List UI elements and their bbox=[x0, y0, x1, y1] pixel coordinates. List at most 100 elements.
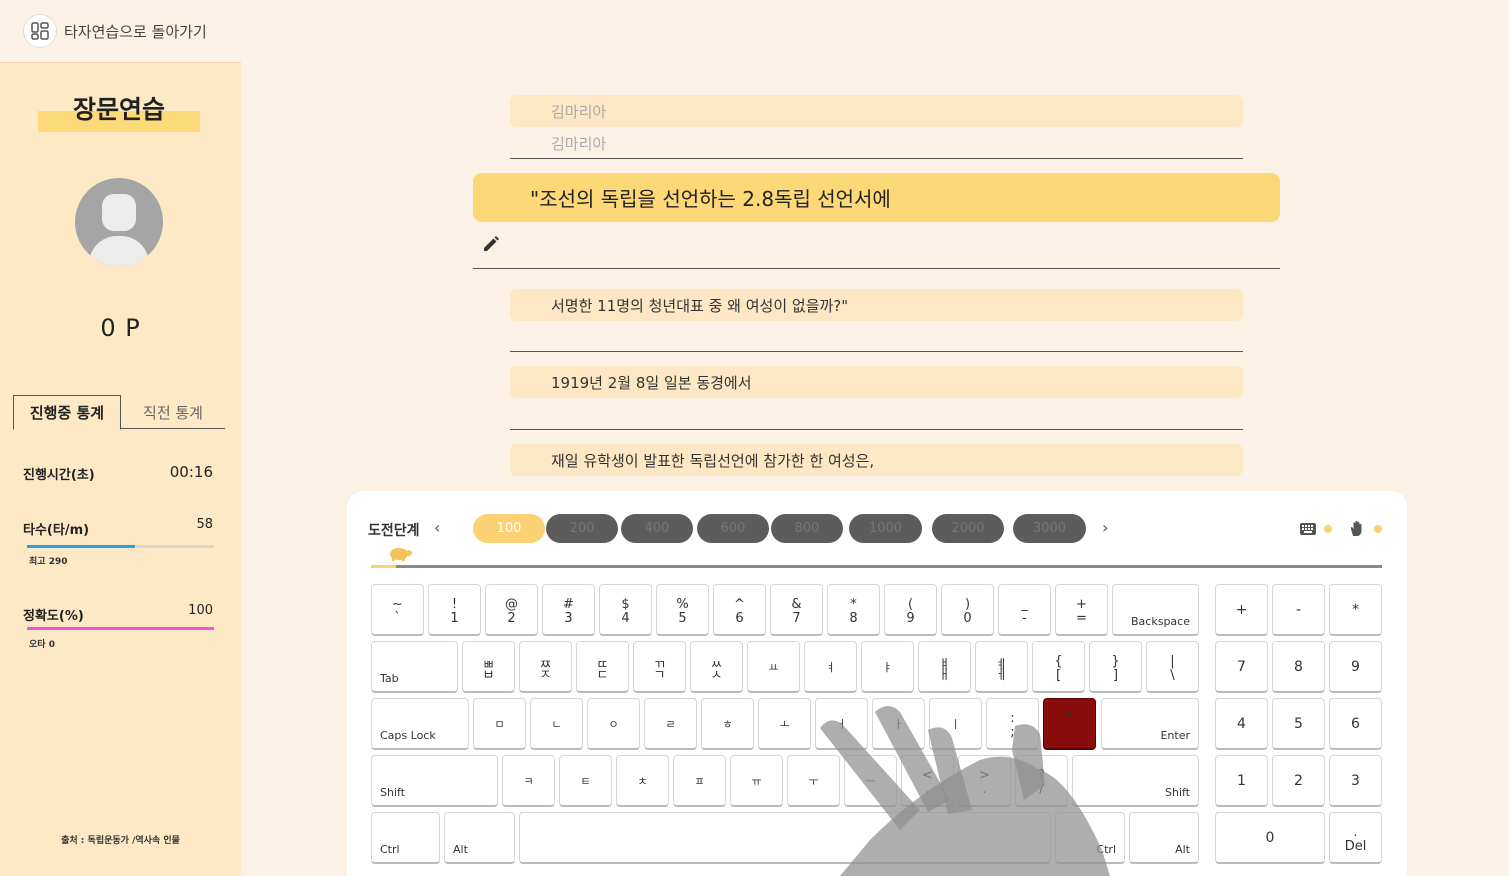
numpad-key[interactable]: * bbox=[1329, 584, 1382, 636]
enter-key[interactable]: Enter bbox=[1101, 698, 1199, 750]
key[interactable]: ㅛ bbox=[747, 641, 800, 693]
input-underline[interactable] bbox=[473, 268, 1280, 269]
numpad-key[interactable]: 6 bbox=[1329, 698, 1382, 750]
key[interactable]: & 7 bbox=[770, 584, 823, 636]
key[interactable]: ㄲㄱ bbox=[633, 641, 686, 693]
key[interactable]: <, bbox=[901, 755, 954, 807]
numpad-key[interactable]: 5 bbox=[1272, 698, 1325, 750]
key[interactable]: ㅊ bbox=[616, 755, 669, 807]
key[interactable]: :; bbox=[986, 698, 1039, 750]
numpad-key[interactable]: 3 bbox=[1329, 755, 1382, 807]
key[interactable]: #3 bbox=[542, 584, 595, 636]
key[interactable]: ㅆㅅ bbox=[690, 641, 743, 693]
right-shift-key[interactable]: Shift bbox=[1072, 755, 1199, 807]
numpad-key[interactable]: 8 bbox=[1272, 641, 1325, 693]
key[interactable]: ㅖㅔ bbox=[975, 641, 1028, 693]
key[interactable]: ? / bbox=[1015, 755, 1068, 807]
key[interactable]: % 5 bbox=[656, 584, 709, 636]
key[interactable]: ! 1 bbox=[428, 584, 481, 636]
numpad-key[interactable]: 4 bbox=[1215, 698, 1268, 750]
stage-3000[interactable]: 3000 bbox=[1013, 514, 1086, 543]
key[interactable]: ㅃㅂ bbox=[462, 641, 515, 693]
right-ctrl-key[interactable]: Ctrl bbox=[1055, 812, 1125, 864]
key[interactable]: ㅗ bbox=[758, 698, 811, 750]
numpad-zero-key[interactable]: 0 bbox=[1215, 812, 1325, 864]
tab-key[interactable]: Tab bbox=[371, 641, 458, 693]
numpad-key[interactable]: 1 bbox=[1215, 755, 1268, 807]
backspace-key[interactable]: Backspace bbox=[1112, 584, 1199, 636]
target-key[interactable]: " ' bbox=[1043, 698, 1096, 750]
key[interactable]: + = bbox=[1055, 584, 1108, 636]
stage-600[interactable]: 600 bbox=[697, 514, 769, 543]
key-glyph: ; bbox=[1010, 725, 1015, 740]
key[interactable]: $4 bbox=[599, 584, 652, 636]
numpad-key[interactable]: 9 bbox=[1329, 641, 1382, 693]
stage-1000[interactable]: 1000 bbox=[849, 514, 922, 543]
tab-current-stats[interactable]: 진행중 통계 bbox=[13, 395, 121, 430]
key[interactable]: ㅁ bbox=[473, 698, 526, 750]
stage-100[interactable]: 100 bbox=[473, 514, 545, 543]
key[interactable]: ㅒㅐ bbox=[918, 641, 971, 693]
key[interactable]: _ - bbox=[998, 584, 1051, 636]
space-key[interactable] bbox=[519, 812, 1051, 864]
tab-previous-stats[interactable]: 직전 통계 bbox=[121, 395, 225, 429]
stage-prev-icon[interactable]: ‹ bbox=[434, 518, 440, 537]
key[interactable]: ㅉㅈ bbox=[519, 641, 572, 693]
left-ctrl-key[interactable]: Ctrl bbox=[371, 812, 440, 864]
stage-400[interactable]: 400 bbox=[621, 514, 693, 543]
key[interactable]: ㅜ bbox=[787, 755, 840, 807]
right-alt-key[interactable]: Alt bbox=[1129, 812, 1199, 864]
key-glyph: ㅔ bbox=[995, 668, 1008, 683]
key[interactable]: ~ ` bbox=[371, 584, 424, 636]
key[interactable]: | \ bbox=[1146, 641, 1199, 693]
key[interactable]: (9 bbox=[884, 584, 937, 636]
key[interactable]: ㅓ bbox=[815, 698, 868, 750]
key[interactable]: ㅠ bbox=[730, 755, 783, 807]
numpad-key[interactable]: + bbox=[1215, 584, 1268, 636]
key[interactable]: * 8 bbox=[827, 584, 880, 636]
key[interactable]: ㅣ bbox=[929, 698, 982, 750]
upcoming-line: 1919년 2월 8일 일본 동경에서 bbox=[510, 366, 1243, 398]
key[interactable]: ㄴ bbox=[530, 698, 583, 750]
key[interactable]: ㅡ bbox=[844, 755, 897, 807]
key[interactable]: ㅍ bbox=[673, 755, 726, 807]
key[interactable]: ㄸㄷ bbox=[576, 641, 629, 693]
left-shift-key[interactable]: Shift bbox=[371, 755, 498, 807]
key[interactable]: ㄹ bbox=[644, 698, 697, 750]
key-glyph: ] bbox=[1112, 668, 1119, 683]
key[interactable]: }] bbox=[1089, 641, 1142, 693]
key[interactable]: >. bbox=[958, 755, 1011, 807]
stage-200[interactable]: 200 bbox=[546, 514, 618, 543]
key[interactable]: ㅑ bbox=[861, 641, 914, 693]
key[interactable]: ㅌ bbox=[559, 755, 612, 807]
key[interactable]: ㅕ bbox=[804, 641, 857, 693]
hand-icon[interactable] bbox=[1349, 520, 1365, 537]
key[interactable]: ) 0 bbox=[941, 584, 994, 636]
pencil-icon bbox=[484, 236, 499, 251]
key[interactable]: ㅎ bbox=[701, 698, 754, 750]
stage-2000[interactable]: 2000 bbox=[932, 514, 1004, 543]
best-speed: 최고 290 bbox=[29, 557, 68, 567]
keyboard-icon[interactable] bbox=[1299, 522, 1317, 536]
key[interactable]: ㅋ bbox=[502, 755, 555, 807]
stage-800[interactable]: 800 bbox=[771, 514, 843, 543]
left-alt-key[interactable]: Alt bbox=[444, 812, 515, 864]
stage-next-icon[interactable]: › bbox=[1102, 518, 1108, 537]
key-glyph: ㅁ bbox=[494, 717, 505, 731]
numpad-key[interactable]: - bbox=[1272, 584, 1325, 636]
numpad-key[interactable]: 7 bbox=[1215, 641, 1268, 693]
key[interactable]: {[ bbox=[1032, 641, 1085, 693]
key-glyph: ㄷ bbox=[596, 668, 609, 683]
key-glyph: ' bbox=[1067, 725, 1072, 740]
key[interactable]: @2 bbox=[485, 584, 538, 636]
key[interactable]: ^ 6 bbox=[713, 584, 766, 636]
key[interactable]: ㅇ bbox=[587, 698, 640, 750]
numpad-key[interactable]: 2 bbox=[1272, 755, 1325, 807]
numpad-del-key[interactable]: . Del bbox=[1329, 812, 1382, 864]
key-shift-glyph: $ bbox=[621, 597, 630, 612]
stat-speed-label: 타수(타/m) bbox=[23, 523, 90, 538]
key-label: Ctrl bbox=[1096, 843, 1116, 856]
key[interactable]: ㅏ bbox=[872, 698, 925, 750]
back-to-typing-button[interactable]: 타자연습으로 돌아가기 bbox=[0, 0, 241, 63]
caps-lock-key[interactable]: Caps Lock bbox=[371, 698, 469, 750]
